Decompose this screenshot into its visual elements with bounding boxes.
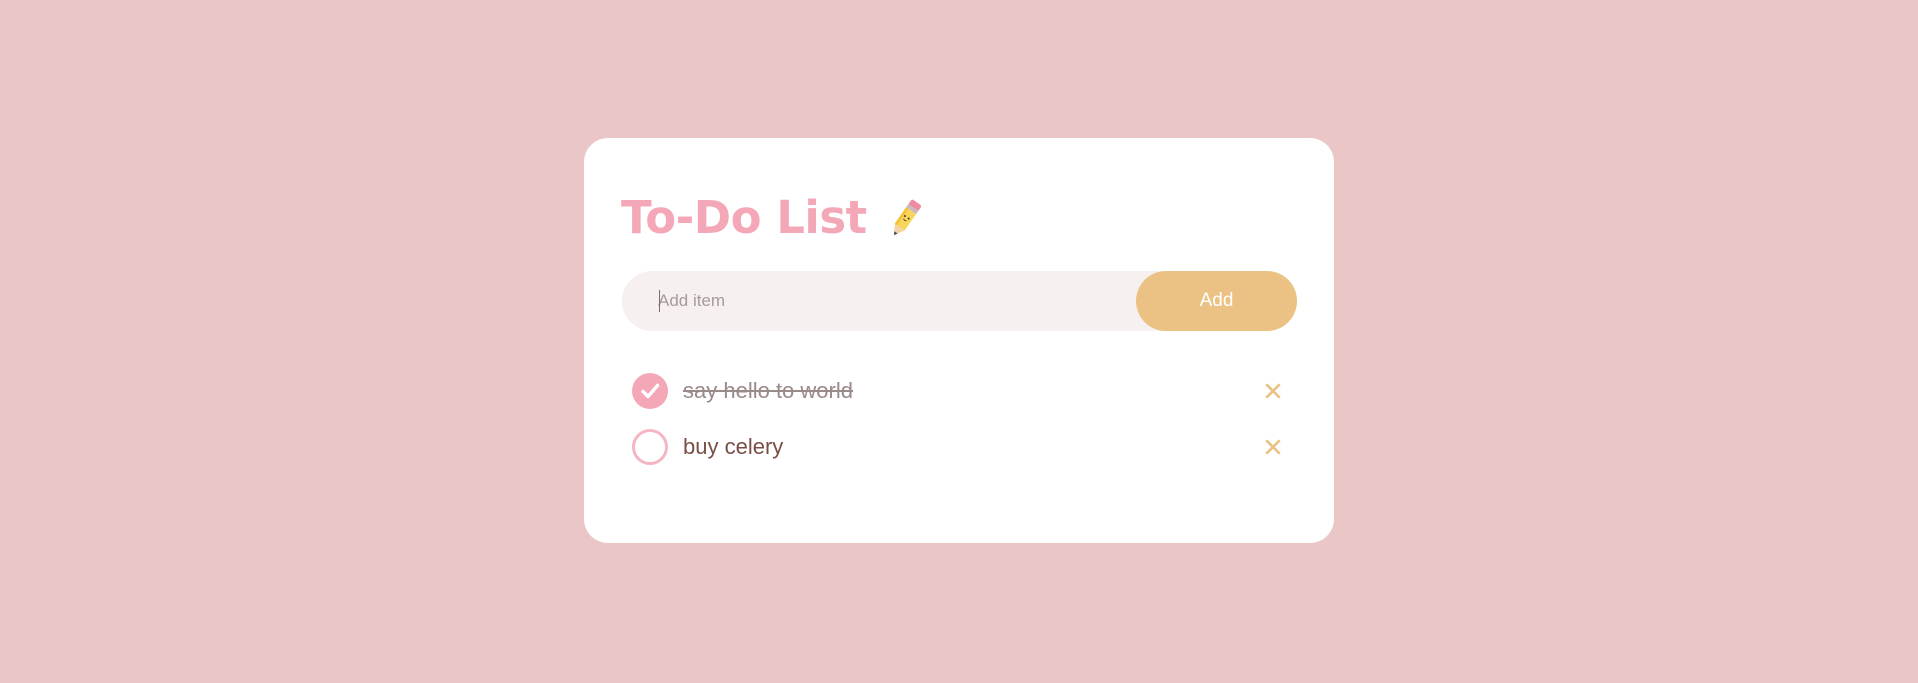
todo-card: To-Do List Add item Add say hello to wor… xyxy=(584,138,1334,543)
empty-circle-icon[interactable] xyxy=(632,429,668,465)
todo-text: say hello to world xyxy=(683,378,853,403)
add-item-input[interactable] xyxy=(622,271,1132,331)
add-button[interactable]: Add xyxy=(1136,271,1297,331)
checkmark-icon[interactable] xyxy=(632,373,668,409)
add-item-form: Add xyxy=(622,271,1297,331)
title-row: To-Do List xyxy=(621,190,929,246)
page-title: To-Do List xyxy=(621,191,867,244)
todo-item: buy celery xyxy=(632,419,1284,475)
todo-text: buy celery xyxy=(683,434,784,459)
todo-list: say hello to world buy celery xyxy=(632,363,1284,475)
text-cursor xyxy=(659,290,660,312)
close-icon[interactable] xyxy=(1262,436,1284,458)
pencil-emoji-icon xyxy=(883,195,929,241)
todo-item: say hello to world xyxy=(632,363,1284,419)
close-icon[interactable] xyxy=(1262,380,1284,402)
